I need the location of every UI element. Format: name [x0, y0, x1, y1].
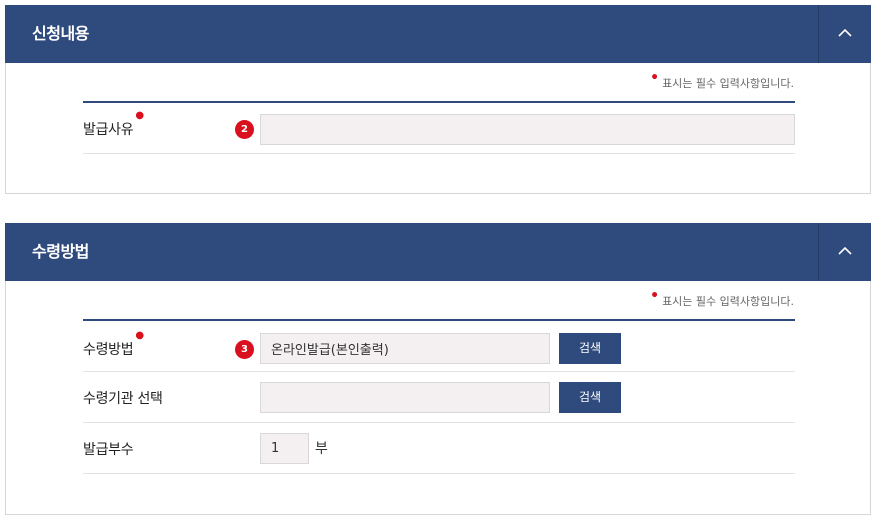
required-dot-icon: ●: [135, 330, 144, 341]
required-dot-icon: •: [650, 288, 660, 304]
receipt-agency-search-button[interactable]: 검색: [559, 382, 621, 413]
chevron-up-icon: [838, 246, 852, 255]
form-row-copy-count: 발급부수 부: [83, 423, 795, 474]
receipt-method-panel: 수령방법 •표시는 필수 입력사항입니다. 수령방법● 3 검색 수령기관 선택…: [5, 223, 871, 515]
field-label: 발급사유 ●: [83, 110, 144, 139]
required-note-text: 표시는 필수 입력사항입니다.: [662, 77, 794, 90]
panel-title: 신청내용: [32, 24, 89, 43]
copy-count-input[interactable]: [260, 433, 309, 464]
required-note: • 표시는 필수 입력사항입니다.: [650, 70, 794, 91]
required-dot-icon: •: [650, 70, 660, 86]
field-label-text: 발급사유: [83, 122, 134, 138]
panel-title: 수령방법: [32, 242, 89, 261]
field-label: 수령방법 ●: [83, 330, 144, 359]
collapse-button[interactable]: [818, 5, 871, 63]
required-note: • 표시는 필수 입력사항입니다.: [650, 288, 794, 309]
issue-reason-input[interactable]: [260, 114, 795, 145]
receipt-agency-input[interactable]: [260, 382, 550, 413]
field-label: 수령기관 선택: [83, 391, 163, 407]
form-row-receipt-agency: 수령기관 선택 검색: [83, 372, 795, 423]
chevron-up-icon: [838, 28, 852, 37]
receipt-method-search-button[interactable]: 검색: [559, 333, 621, 364]
step-badge: 3: [235, 340, 254, 359]
required-dot-icon: ●: [135, 110, 144, 121]
copy-count-unit: 부: [315, 441, 328, 457]
collapse-button[interactable]: [818, 223, 871, 281]
field-label: 발급부수: [83, 442, 134, 458]
field-label-text: 수령방법: [83, 342, 134, 358]
form-row-receipt-method: 수령방법● 3 검색: [83, 321, 795, 372]
receipt-method-input[interactable]: [260, 333, 550, 364]
panel-header: 수령방법: [5, 223, 871, 281]
required-note-text: 표시는 필수 입력사항입니다.: [662, 295, 794, 308]
step-badge: 2: [235, 120, 254, 139]
application-details-panel: 신청내용 • 표시는 필수 입력사항입니다. 발급사유 ● 2: [5, 5, 871, 194]
panel-header: 신청내용: [5, 5, 871, 63]
form-row-issue-reason: 발급사유 ● 2: [83, 103, 795, 154]
